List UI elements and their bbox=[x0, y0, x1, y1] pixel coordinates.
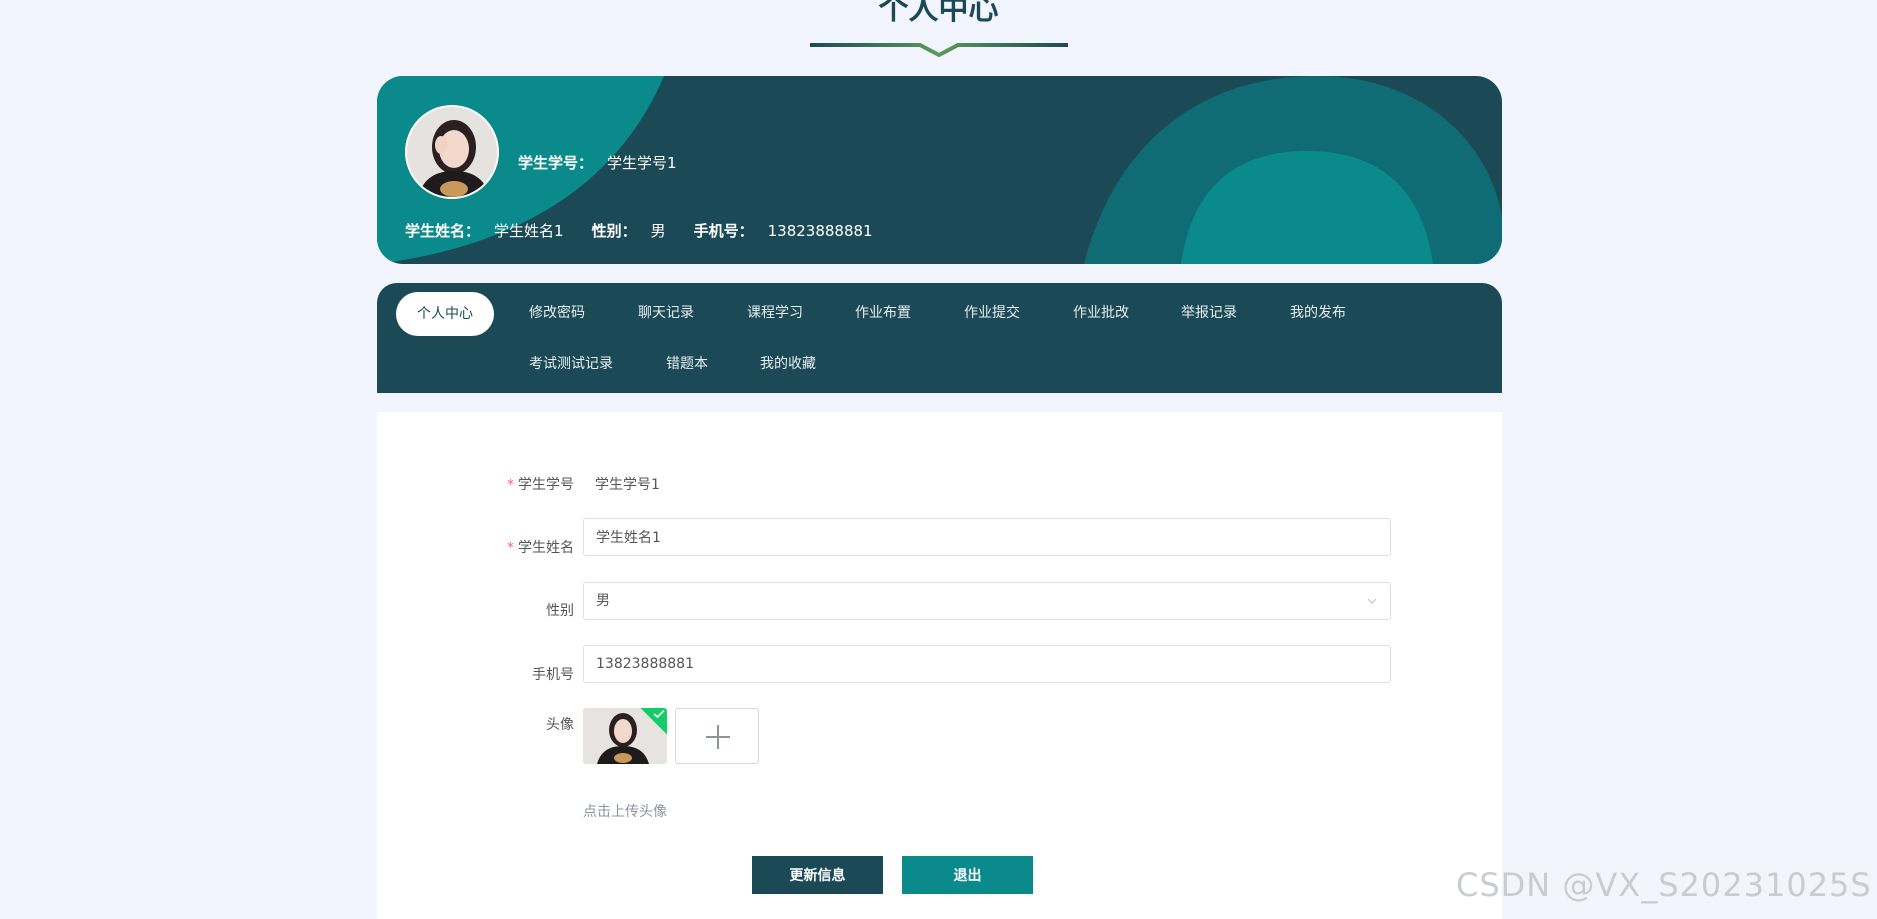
nav-item-exam-records[interactable]: 考试测试记录 bbox=[529, 342, 613, 386]
nav-item-homework-grade[interactable]: 作业批改 bbox=[1073, 291, 1129, 335]
plus-icon bbox=[706, 725, 730, 749]
phone-row: 手机号 bbox=[377, 654, 574, 692]
student-id-label-text: 学生学号 bbox=[518, 477, 574, 493]
banner-details: 学生姓名： 学生姓名1 性别： 男 手机号： 13823888881 bbox=[405, 220, 873, 241]
nav-item-report-records[interactable]: 举报记录 bbox=[1181, 291, 1237, 335]
banner-phone-value: 13823888881 bbox=[767, 222, 873, 240]
user-center-nav: 个人中心 修改密码 聊天记录 课程学习 作业布置 作业提交 作业批改 举报记录 … bbox=[377, 283, 1502, 393]
avatar-label: 头像 bbox=[546, 717, 574, 733]
banner-student-id: 学生学号： 学生学号1 bbox=[518, 152, 677, 173]
nav-item-my-posts[interactable]: 我的发布 bbox=[1290, 291, 1346, 335]
upload-tip: 点击上传头像 bbox=[583, 804, 667, 820]
banner-name-value: 学生姓名1 bbox=[494, 222, 564, 240]
name-label: * 学生姓名 bbox=[507, 537, 574, 557]
watermark: CSDN @VX_S20231025S bbox=[1456, 866, 1872, 904]
logout-button[interactable]: 退出 bbox=[902, 856, 1033, 894]
name-row: * 学生姓名 bbox=[377, 527, 574, 565]
banner-name-label: 学生姓名： bbox=[405, 222, 481, 240]
banner-phone: 手机号： 13823888881 bbox=[694, 220, 873, 241]
name-label-text: 学生姓名 bbox=[518, 540, 574, 556]
name-input[interactable] bbox=[583, 518, 1391, 556]
banner-student-id-value: 学生学号1 bbox=[607, 154, 677, 172]
gender-label: 性别 bbox=[546, 603, 574, 619]
phone-label: 手机号 bbox=[532, 667, 574, 683]
banner-name: 学生姓名： 学生姓名1 bbox=[405, 220, 564, 241]
check-icon bbox=[653, 709, 665, 719]
nav-item-my-favorites[interactable]: 我的收藏 bbox=[760, 342, 816, 386]
banner-gender: 性别： 男 bbox=[592, 220, 666, 241]
profile-banner: 学生学号： 学生学号1 学生姓名： 学生姓名1 性别： 男 手机号： 138238888… bbox=[377, 76, 1502, 264]
banner-gender-label: 性别： bbox=[591, 222, 637, 240]
nav-item-homework-submit[interactable]: 作业提交 bbox=[964, 291, 1020, 335]
avatar-upload-button[interactable] bbox=[675, 708, 759, 764]
student-id-value: 学生学号1 bbox=[595, 477, 660, 493]
nav-item-homework-assign[interactable]: 作业布置 bbox=[855, 291, 911, 335]
page-title: 个人中心 bbox=[878, 0, 999, 27]
banner-gender-value: 男 bbox=[650, 222, 666, 240]
nav-item-wrong-questions[interactable]: 错题本 bbox=[666, 342, 708, 386]
avatar-row: 头像 bbox=[377, 708, 574, 746]
avatar bbox=[405, 105, 499, 199]
gender-select[interactable]: 男 bbox=[583, 582, 1391, 620]
chevron-down-icon bbox=[1367, 598, 1377, 604]
update-info-button[interactable]: 更新信息 bbox=[752, 856, 883, 894]
banner-phone-label: 手机号： bbox=[693, 222, 754, 240]
title-underline bbox=[810, 43, 1068, 58]
avatar-portrait-icon bbox=[407, 107, 497, 197]
profile-form: *学生学号 学生学号1 *学生姓名 性别 男 手机号 头像 bbox=[377, 412, 1502, 919]
gender-select-value: 男 bbox=[596, 593, 610, 609]
student-id-row: * 学生学号 bbox=[377, 464, 574, 502]
student-id-label: * 学生学号 bbox=[507, 474, 574, 494]
required-mark: * bbox=[507, 540, 514, 556]
nav-item-profile[interactable]: 个人中心 bbox=[396, 292, 494, 336]
banner-student-id-label: 学生学号： bbox=[518, 154, 594, 172]
required-mark: * bbox=[507, 477, 514, 493]
phone-input[interactable] bbox=[583, 645, 1391, 683]
nav-item-chat-history[interactable]: 聊天记录 bbox=[638, 291, 694, 335]
nav-item-change-password[interactable]: 修改密码 bbox=[529, 291, 585, 335]
nav-item-course-study[interactable]: 课程学习 bbox=[747, 291, 803, 335]
avatar-thumbnail[interactable] bbox=[583, 708, 667, 764]
gender-row: 性别 bbox=[377, 590, 574, 628]
